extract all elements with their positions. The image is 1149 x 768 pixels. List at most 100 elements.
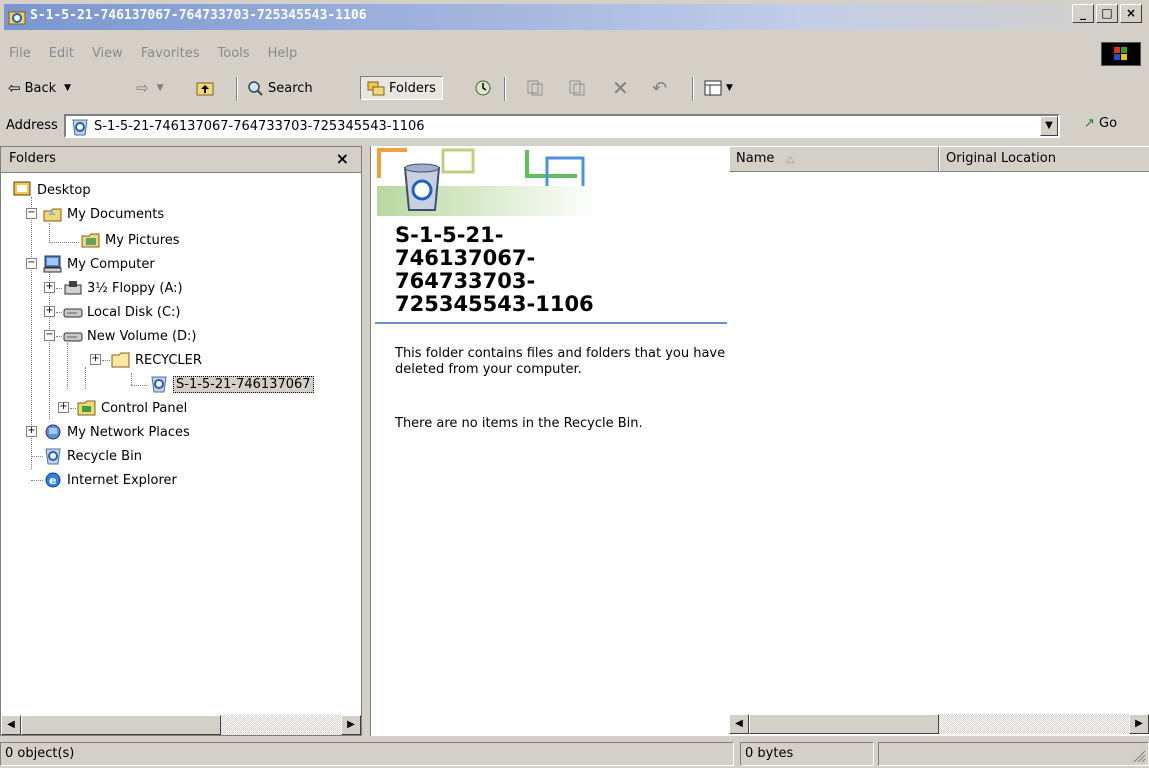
address-value: S-1-5-21-746137067-764733703-725345543-1… (94, 119, 425, 134)
resize-grip-icon[interactable] (1132, 749, 1146, 763)
folder-title-line: 746137067- (395, 246, 536, 270)
tree-item-internet-explorer[interactable]: e Internet Explorer (43, 469, 177, 491)
menu-bar: File Edit View Favorites Tools Help (0, 42, 1149, 68)
tree-item-recycle-bin[interactable]: Recycle Bin (43, 445, 142, 467)
tree-item-my-network-places[interactable]: My Network Places (43, 421, 190, 443)
scroll-thumb[interactable] (21, 715, 221, 735)
column-header-original-location[interactable]: Original Location (939, 146, 1149, 172)
minimize-button[interactable]: _ (1072, 4, 1094, 23)
up-folder-button[interactable] (196, 76, 218, 100)
tree-item-label: My Documents (67, 206, 165, 222)
move-to-icon (527, 80, 543, 96)
my-pictures-icon (81, 233, 100, 248)
expand-toggle[interactable]: + (44, 306, 55, 317)
folders-label: Folders (389, 80, 436, 96)
toolbar-separator (236, 77, 238, 101)
menu-tools[interactable]: Tools (209, 42, 259, 66)
tree-item-label: Internet Explorer (67, 472, 177, 488)
tree-item-label: Local Disk (C:) (87, 304, 181, 320)
forward-button[interactable]: ⇨ ▼ (136, 76, 164, 100)
copy-to-icon (569, 80, 585, 96)
recycle-bin-icon (151, 376, 167, 393)
tree-item-my-pictures[interactable]: My Pictures (81, 229, 180, 251)
menu-favorites[interactable]: Favorites (132, 42, 209, 66)
tree-item-control-panel[interactable]: Control Panel (77, 397, 187, 419)
tree-line (131, 385, 147, 386)
scroll-left-icon[interactable]: ◀ (729, 714, 749, 734)
tree-line (70, 408, 76, 409)
sort-ascending-icon: △ (786, 154, 795, 165)
close-button[interactable]: × (1120, 4, 1142, 23)
address-dropdown-icon[interactable]: ▼ (1040, 116, 1058, 136)
status-bar: 0 object(s) 0 bytes (0, 742, 1149, 768)
tree-item-sid-folder[interactable]: S-1-5-21-746137067 (149, 373, 314, 395)
copy-to-button[interactable] (568, 76, 590, 100)
menu-view[interactable]: View (83, 42, 132, 66)
expand-toggle[interactable]: + (90, 354, 101, 365)
windows-logo-icon (1101, 42, 1141, 66)
control-panel-icon (77, 400, 96, 416)
scroll-right-icon[interactable]: ▶ (1129, 714, 1149, 734)
tree-item-new-volume[interactable]: New Volume (D:) (63, 325, 197, 347)
tree-line (56, 336, 62, 337)
tree-item-desktop[interactable]: Desktop (13, 179, 91, 201)
tree-item-label: Control Panel (101, 400, 188, 416)
expand-toggle[interactable]: + (44, 282, 55, 293)
undo-button[interactable]: ↶ (652, 76, 667, 100)
list-horizontal-scrollbar[interactable]: ◀ ▶ (729, 714, 1149, 734)
folders-pane-close-button[interactable]: × (336, 149, 349, 168)
menu-edit[interactable]: Edit (40, 42, 83, 66)
history-button[interactable] (474, 76, 496, 100)
scroll-left-icon[interactable]: ◀ (1, 715, 21, 735)
scroll-thumb[interactable] (749, 714, 939, 734)
folders-icon (367, 81, 385, 96)
hard-disk-icon (63, 332, 83, 342)
tree-item-local-disk[interactable]: Local Disk (C:) (63, 301, 180, 323)
expand-toggle[interactable]: + (58, 402, 69, 413)
go-button[interactable]: ↗ Go (1084, 116, 1117, 131)
title-bar[interactable]: S-1-5-21-746137067-764733703-725345543-1… (0, 0, 1149, 34)
address-input[interactable]: S-1-5-21-746137067-764733703-725345543-1… (64, 114, 1060, 138)
toolbar: ⇦ Back ▼ ⇨ ▼ Search Folders ✕ ↶ ▼ (0, 72, 1149, 106)
folders-pane-header: Folders × (1, 147, 361, 173)
undo-icon: ↶ (652, 77, 668, 99)
folders-pane: Folders × Desktop − My Documents My Pict… (0, 146, 362, 736)
folders-horizontal-scrollbar[interactable]: ◀ ▶ (1, 715, 361, 735)
menu-file[interactable]: File (0, 42, 40, 66)
search-icon (248, 81, 263, 96)
folder-icon (111, 352, 130, 368)
views-button[interactable]: ▼ (704, 76, 733, 100)
expand-toggle[interactable]: + (26, 426, 37, 437)
folders-button[interactable]: Folders (360, 76, 443, 100)
tree-item-my-documents[interactable]: My Documents (43, 203, 164, 225)
collapse-toggle[interactable]: − (26, 258, 37, 269)
folder-title-line: 764733703- (395, 269, 536, 293)
move-to-button[interactable] (526, 76, 548, 100)
tree-line (56, 288, 62, 289)
content-pane: S-1-5-21- 746137067- 764733703- 72534554… (370, 146, 1149, 736)
column-header-name[interactable]: Name △ (729, 146, 939, 172)
maximize-button[interactable]: □ (1096, 4, 1118, 23)
search-button[interactable]: Search (246, 76, 313, 100)
delete-button[interactable]: ✕ (612, 76, 629, 100)
tree-item-my-computer[interactable]: My Computer (43, 253, 155, 275)
status-zone (878, 742, 1149, 766)
desktop-icon (13, 181, 31, 196)
floppy-icon (64, 281, 82, 295)
back-button[interactable]: ⇦ Back ▼ (8, 76, 71, 100)
scroll-right-icon[interactable]: ▶ (341, 715, 361, 735)
folder-description: This folder contains files and folders t… (395, 346, 726, 377)
recycle-folder-icon (8, 11, 26, 25)
go-arrow-icon: ↗ (1084, 116, 1095, 131)
menu-help[interactable]: Help (259, 42, 307, 66)
toolbar-separator (692, 77, 694, 101)
tree-line (102, 360, 110, 361)
tree-item-recycler[interactable]: RECYCLER (111, 349, 202, 371)
tree-item-floppy[interactable]: 3½ Floppy (A:) (63, 277, 183, 299)
recycle-bin-banner-icon (377, 148, 597, 216)
search-label: Search (268, 80, 313, 96)
collapse-toggle[interactable]: − (26, 208, 37, 219)
forward-arrow-icon: ⇨ (136, 79, 149, 97)
tree-line (56, 312, 62, 313)
collapse-toggle[interactable]: − (44, 330, 55, 341)
